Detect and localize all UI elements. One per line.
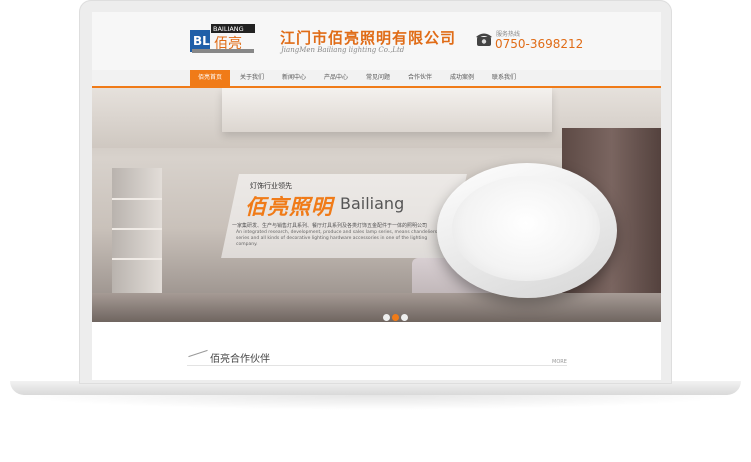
main-nav: 佰亮首页 关于我们 新闻中心 产品中心 常见问题 合作伙伴 成功案例 联系我们 [92,70,661,88]
logo-wordmark: BAILIANG [213,25,244,33]
site-header: BL BAILIANG 佰亮 江门市佰亮照明有限公司 JiangMen Bail… [92,12,661,70]
banner-shelf-line [112,258,162,260]
hotline-number: 0750-3698212 [495,37,584,51]
banner-description-en: An integrated research, development, pro… [236,230,438,247]
nav-item-news[interactable]: 新闻中心 [274,70,314,86]
nav-item-home[interactable]: 佰亮首页 [190,70,230,86]
more-link[interactable]: MORE [552,359,567,365]
phone-icon [476,33,492,46]
slider-dot-1[interactable] [383,314,390,321]
banner-description-cn: 一家集研发、生产与销售灯具系列、餐厅灯具系列及各类灯饰五金配件于一体的照明公司 [232,223,428,229]
company-logo[interactable]: BL BAILIANG 佰亮 [190,21,256,61]
banner-floor [92,293,661,322]
nav-item-contact[interactable]: 联系我们 [484,70,524,86]
slider-dot-2[interactable] [392,314,399,321]
section-title-mark [188,349,208,358]
banner-ceiling-inset [222,88,552,132]
ceiling-lamp-diffuser [452,176,600,281]
slider-dot-3[interactable] [401,314,408,321]
nav-item-cases[interactable]: 成功案例 [442,70,482,86]
website-screen: BL BAILIANG 佰亮 江门市佰亮照明有限公司 JiangMen Bail… [92,12,661,380]
nav-item-partners[interactable]: 合作伙伴 [400,70,440,86]
company-name-cn: 江门市佰亮照明有限公司 [280,29,457,47]
nav-item-faq[interactable]: 常见问题 [358,70,398,86]
banner-brand-en: Bailiang [340,194,405,213]
section-divider [187,365,567,366]
logo-initials: BL [193,34,210,48]
banner-shelf-line [112,198,162,200]
slider-pagination [382,306,409,321]
partners-title: 佰亮合作伙伴 [210,354,270,365]
banner-tagline: 灯饰行业领先 [250,182,292,190]
logo-cn: 佰亮 [214,35,242,52]
company-name-en: JiangMen Bailiang lighting Co.,Ltd [281,46,405,54]
hero-banner: 灯饰行业领先 佰亮照明 Bailiang 一家集研发、生产与销售灯具系列、餐厅灯… [92,88,661,322]
partners-section: 佰亮合作伙伴 MORE [92,322,661,380]
nav-item-products[interactable]: 产品中心 [316,70,356,86]
nav-item-about[interactable]: 关于我们 [232,70,272,86]
banner-shelf-line [112,228,162,230]
banner-brand-cn: 佰亮照明 [245,195,333,219]
